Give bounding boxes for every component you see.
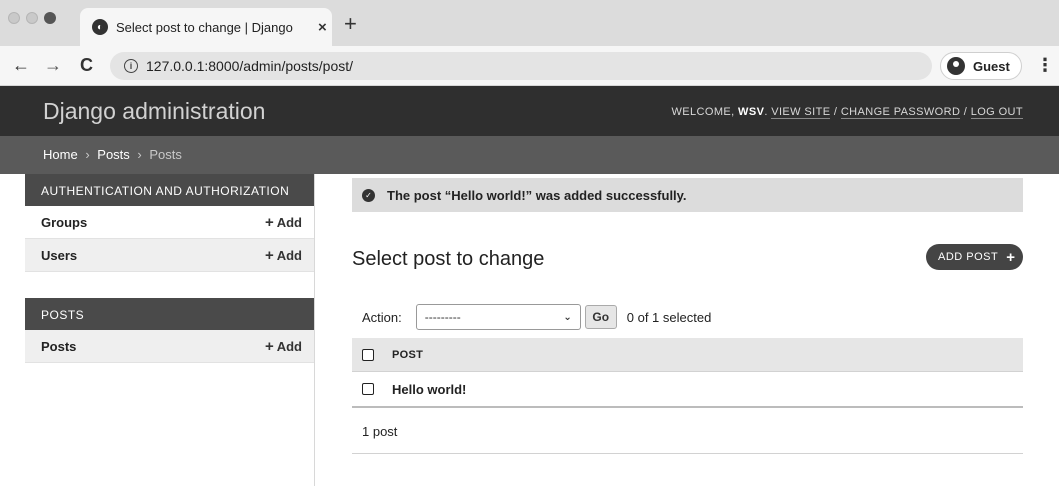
globe-icon: ◐: [92, 19, 108, 35]
view-site-link[interactable]: VIEW SITE: [771, 106, 831, 119]
url-text[interactable]: 127.0.0.1:8000/admin/posts/post/: [146, 58, 353, 74]
success-message: ✓ The post “Hello world!” was added succ…: [352, 178, 1023, 212]
site-header: Django administration WELCOME, WSV. VIEW…: [0, 86, 1059, 136]
browser-tab-strip: ◐ Select post to change | Django × +: [0, 0, 1059, 46]
add-label[interactable]: Add: [277, 339, 302, 354]
selection-counter: 0 of 1 selected: [626, 309, 712, 325]
nav-sidebar: Authentication and Authorization Groups …: [25, 174, 315, 486]
username: WSV: [738, 106, 765, 118]
message-text: The post “Hello world!” was added succes…: [387, 187, 687, 203]
paginator: 1 post: [352, 410, 1023, 454]
site-brand[interactable]: Django administration: [43, 98, 265, 125]
user-tools-separator: /: [830, 106, 841, 118]
add-label[interactable]: Add: [277, 248, 302, 263]
plus-icon: +: [1006, 248, 1016, 266]
tab-title: Select post to change | Django: [116, 19, 293, 35]
table-row: Hello world!: [352, 372, 1023, 408]
sidebar-item-label[interactable]: Posts: [41, 339, 76, 354]
action-label: Action:: [362, 309, 402, 325]
sidebar-item-label[interactable]: Groups: [41, 215, 87, 230]
add-post-button[interactable]: ADD POST +: [926, 244, 1023, 270]
plus-icon: +: [264, 246, 274, 264]
user-tools-separator: /: [960, 106, 971, 118]
forward-arrow-icon[interactable]: →: [44, 55, 62, 75]
sidebar-item-label[interactable]: Users: [41, 248, 77, 263]
info-icon[interactable]: i: [124, 59, 138, 73]
breadcrumb-app[interactable]: Posts: [97, 147, 130, 162]
sidebar-item-groups[interactable]: Groups + Add: [25, 206, 314, 239]
module-caption-posts[interactable]: Posts: [25, 298, 314, 330]
post-link[interactable]: Hello world!: [392, 382, 466, 397]
actions-bar: Action: --------- ⌄ Go 0 of 1 selected: [352, 300, 1023, 334]
sidebar-item-posts[interactable]: Posts + Add: [25, 330, 314, 363]
chevron-down-icon: ⌄: [563, 311, 572, 323]
browser-toolbar: ← → C i 127.0.0.1:8000/admin/posts/post/…: [0, 46, 1059, 86]
profile-button[interactable]: Guest: [940, 52, 1022, 80]
go-button[interactable]: Go: [584, 305, 617, 329]
breadcrumb-home[interactable]: Home: [43, 147, 78, 162]
add-post-label: ADD POST: [938, 251, 999, 263]
breadcrumb-separator: ›: [85, 147, 90, 162]
reload-icon[interactable]: C: [80, 55, 93, 75]
add-label[interactable]: Add: [277, 215, 302, 230]
window-close-button[interactable]: [8, 12, 20, 24]
window-minimize-button[interactable]: [26, 12, 38, 24]
address-bar[interactable]: i 127.0.0.1:8000/admin/posts/post/: [110, 52, 932, 80]
select-all-checkbox[interactable]: [362, 348, 374, 361]
user-tools: WELCOME, WSV. VIEW SITE / CHANGE PASSWOR…: [671, 106, 1023, 119]
add-posts-link[interactable]: + Add: [265, 338, 302, 355]
add-users-link[interactable]: + Add: [265, 247, 302, 264]
page-title: Select post to change: [352, 248, 545, 270]
log-out-link[interactable]: LOG OUT: [970, 106, 1023, 119]
module-caption-auth[interactable]: Authentication and Authorization: [25, 174, 314, 206]
breadcrumb-current: Posts: [149, 147, 182, 162]
column-header-post[interactable]: POST: [392, 349, 423, 361]
table-header: POST: [352, 338, 1023, 372]
welcome-text: WELCOME,: [671, 106, 735, 118]
action-select[interactable]: --------- ⌄: [415, 304, 581, 330]
window-maximize-button[interactable]: [44, 12, 56, 24]
tab-close-icon[interactable]: ×: [318, 19, 327, 36]
plus-icon: +: [264, 213, 274, 231]
row-checkbox[interactable]: [362, 383, 374, 395]
back-arrow-icon[interactable]: ←: [12, 55, 30, 75]
browser-tab[interactable]: ◐ Select post to change | Django ×: [80, 8, 332, 46]
profile-avatar-icon: [947, 57, 965, 75]
change-password-link[interactable]: CHANGE PASSWORD: [840, 106, 961, 119]
action-select-value: ---------: [424, 310, 461, 324]
sidebar-item-users[interactable]: Users + Add: [25, 239, 314, 272]
new-tab-button[interactable]: +: [344, 13, 357, 35]
plus-icon: +: [264, 337, 274, 355]
breadcrumb: Home › Posts › Posts: [0, 136, 1059, 174]
breadcrumb-separator: ›: [137, 147, 142, 162]
check-icon: ✓: [362, 188, 375, 202]
browser-menu-icon[interactable]: ⋮: [1036, 55, 1054, 76]
add-groups-link[interactable]: + Add: [265, 214, 302, 231]
profile-label: Guest: [973, 58, 1010, 74]
